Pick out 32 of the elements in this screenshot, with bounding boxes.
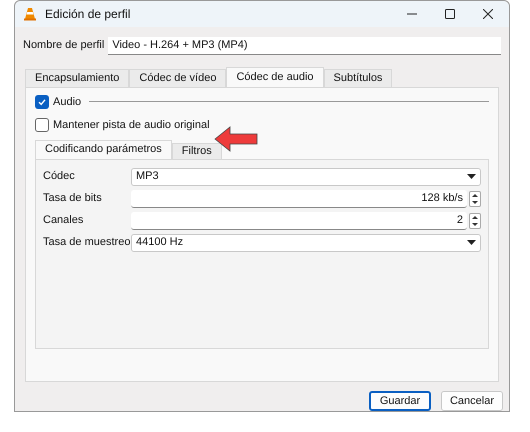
checkbox-label: Audio <box>53 94 82 110</box>
tab[interactable]: Subtítulos <box>324 68 392 87</box>
dropdown[interactable]: 44100 Hz <box>131 234 481 252</box>
tab[interactable]: Codificando parámetros <box>35 140 172 159</box>
window-title: Edición de perfil <box>45 6 132 23</box>
spin-field[interactable]: 128 kb/s <box>131 190 467 208</box>
checkbox[interactable] <box>35 118 49 132</box>
check-icon <box>37 96 47 107</box>
tab[interactable]: Filtros <box>172 142 222 159</box>
tab[interactable]: Códec de vídeo <box>129 68 226 87</box>
checkbox[interactable] <box>35 94 49 109</box>
traffic-cone-icon <box>23 6 37 21</box>
tab[interactable]: Encapsulamiento <box>25 68 130 87</box>
spin-arrows-icon[interactable] <box>469 190 481 207</box>
close-icon[interactable] <box>483 8 493 19</box>
field-label: Nombre de perfil <box>23 38 104 54</box>
field-label: Códec <box>43 169 76 184</box>
spin-field[interactable]: 2 <box>131 212 467 230</box>
spin-arrows-icon[interactable] <box>469 212 481 229</box>
caret-icon <box>467 240 476 246</box>
tab[interactable]: Códec de audio <box>226 66 324 87</box>
dialog-button[interactable]: Guardar <box>369 391 431 411</box>
field-label: Canales <box>43 213 84 228</box>
checkbox-label: Mantener pista de audio original <box>53 118 210 134</box>
field-label: Tasa de bits <box>43 191 103 206</box>
dialog-button[interactable]: Cancelar <box>441 391 503 411</box>
caret-icon <box>467 174 476 180</box>
field-label: Tasa de muestreo <box>43 235 131 250</box>
dropdown[interactable]: MP3 <box>131 168 481 186</box>
maximize-icon[interactable] <box>445 8 455 19</box>
annotation-arrow-icon <box>214 126 258 152</box>
profile-name-field[interactable]: Video - H.264 + MP3 (MP4) <box>108 36 501 55</box>
